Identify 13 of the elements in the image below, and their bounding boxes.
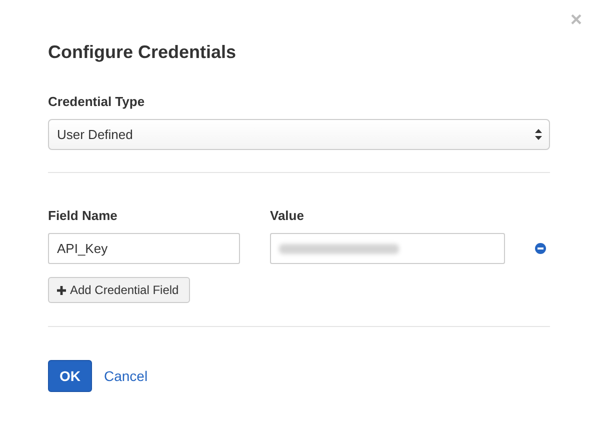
updown-icon xyxy=(535,129,542,140)
cancel-link[interactable]: Cancel xyxy=(104,368,148,384)
remove-icon[interactable] xyxy=(535,243,546,254)
column-label: Field Name xyxy=(48,208,118,224)
dialog-title: Configure Credentials xyxy=(48,41,238,63)
credential-type-select[interactable]: User Defined xyxy=(48,119,550,150)
plus-icon xyxy=(57,286,66,294)
field-label: Credential Type xyxy=(48,94,146,110)
ok-button[interactable]: OK xyxy=(48,360,92,392)
add-field-button[interactable]: Add Credential Field xyxy=(48,277,190,303)
field-name-input[interactable]: API_Key xyxy=(48,233,240,264)
column-label: Value xyxy=(270,208,305,224)
value-input[interactable] xyxy=(270,233,505,264)
